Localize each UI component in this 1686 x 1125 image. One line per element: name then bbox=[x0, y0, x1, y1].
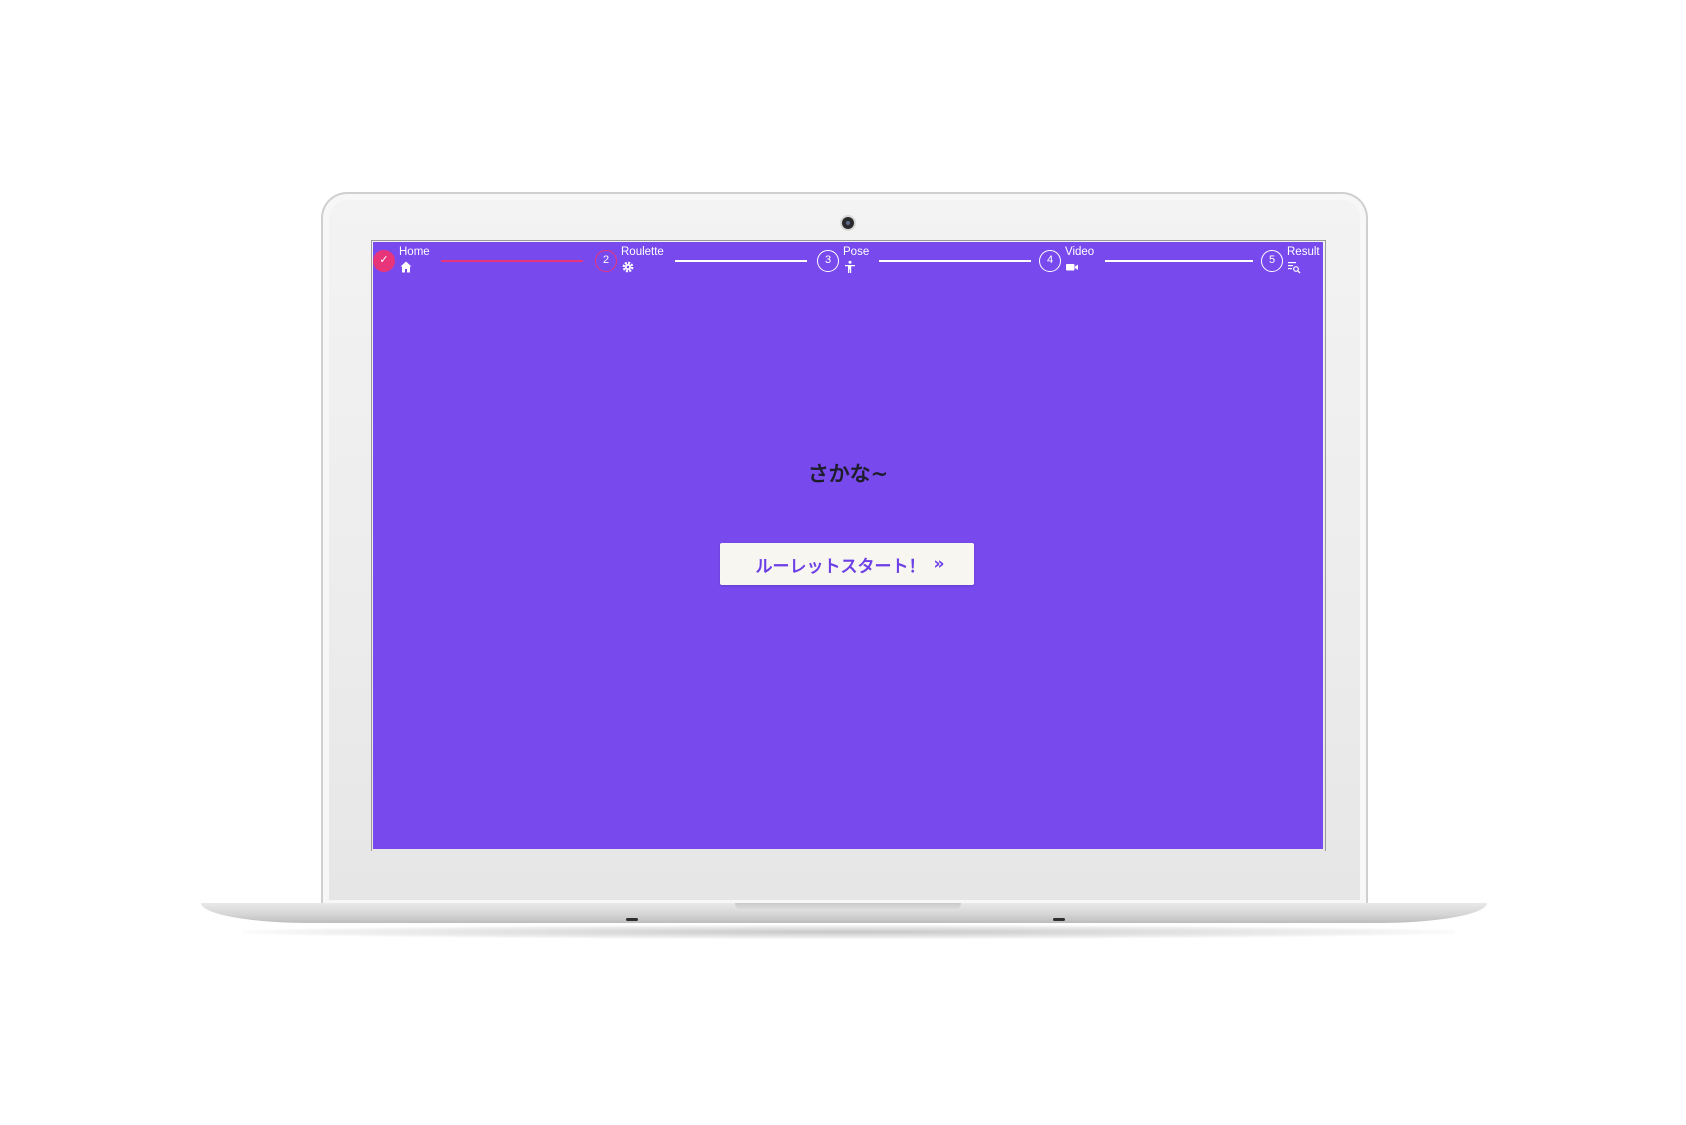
step-connector bbox=[879, 260, 1031, 262]
webcam-icon bbox=[842, 217, 854, 229]
step-label: Result bbox=[1287, 246, 1320, 258]
step-pose[interactable]: 3 Pose bbox=[817, 246, 877, 278]
step-result[interactable]: 5 Result bbox=[1261, 246, 1323, 278]
step-number: 5 bbox=[1261, 250, 1283, 272]
laptop-foot bbox=[1053, 918, 1065, 921]
progress-stepper: ✓ Home 2 Roulette 3 Pose 4 Video 5 Resul… bbox=[373, 242, 1323, 282]
step-label: Home bbox=[399, 246, 430, 258]
step-label: Pose bbox=[843, 246, 870, 258]
gear-icon bbox=[622, 261, 634, 273]
laptop-foot bbox=[626, 918, 638, 921]
laptop-shadow bbox=[243, 925, 1455, 939]
step-connector bbox=[1105, 260, 1253, 262]
step-number: 3 bbox=[817, 250, 839, 272]
video-camera-icon bbox=[1066, 264, 1078, 271]
step-done-check-icon: ✓ bbox=[373, 250, 395, 272]
step-label: Roulette bbox=[621, 246, 664, 258]
step-number: 4 bbox=[1039, 250, 1061, 272]
list-search-icon bbox=[1288, 262, 1301, 274]
double-chevron-right-icon: » bbox=[933, 554, 945, 574]
roulette-start-button[interactable]: ルーレットスタート！ » bbox=[720, 543, 974, 585]
step-number: 2 bbox=[595, 250, 617, 272]
app-screen: ✓ Home 2 Roulette 3 Pose 4 Video 5 Resul… bbox=[373, 242, 1323, 849]
home-icon bbox=[400, 261, 412, 273]
step-connector bbox=[441, 260, 583, 262]
laptop-notch bbox=[735, 903, 961, 911]
step-home[interactable]: ✓ Home bbox=[373, 246, 437, 278]
person-pose-icon bbox=[845, 260, 855, 273]
step-roulette[interactable]: 2 Roulette bbox=[595, 246, 673, 278]
laptop-mockup: ✓ Home 2 Roulette 3 Pose 4 Video 5 Resul… bbox=[0, 0, 1686, 1125]
step-connector bbox=[675, 260, 807, 262]
step-video[interactable]: 4 Video bbox=[1039, 246, 1103, 278]
start-button-label: ルーレットスタート！ bbox=[755, 556, 926, 577]
step-label: Video bbox=[1065, 246, 1095, 258]
category-title: さかな~ bbox=[807, 462, 889, 486]
